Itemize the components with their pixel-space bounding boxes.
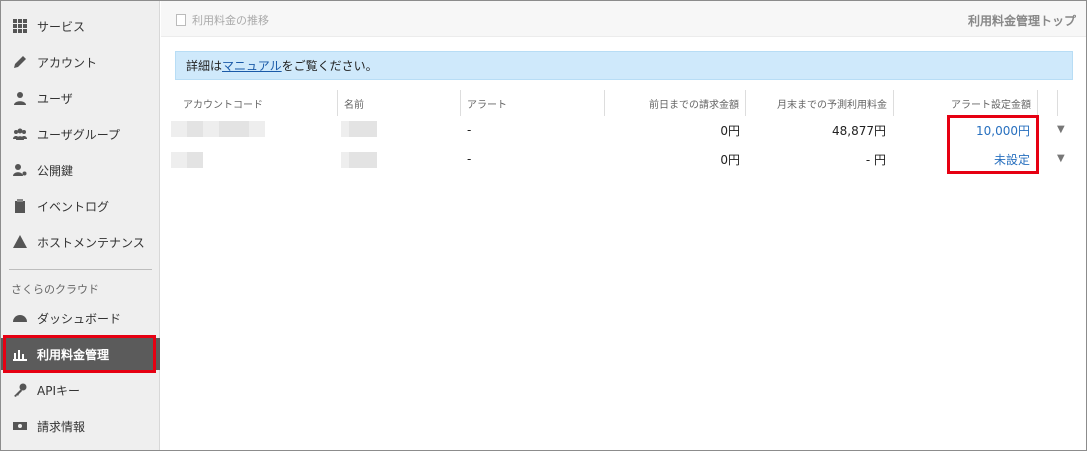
redacted-name: [341, 152, 349, 168]
notice-prefix: 詳細は: [186, 59, 223, 73]
main-content: 利用料金の推移 利用料金管理トップ 詳細は マニュアル をご覧ください。 アカウント…: [161, 1, 1086, 450]
breadcrumb[interactable]: 利用料金の推移: [176, 12, 269, 28]
redacted-name: [341, 121, 349, 137]
user-key-icon: [13, 163, 27, 177]
sidebar: サービス アカウント ユーザ ユーザグループ 公開鍵 イベントログ ホストメンテ…: [1, 1, 160, 450]
key-icon: [13, 383, 27, 397]
billed-cell: 0円: [720, 152, 740, 167]
user-icon: [13, 91, 27, 105]
redacted-account-code: [187, 121, 203, 137]
alert-amount-link[interactable]: 未設定: [894, 148, 1030, 170]
breadcrumb-label: 利用料金の推移: [192, 14, 269, 27]
column-header-forecast[interactable]: 月末までの予測利用料金: [746, 90, 894, 116]
bill-icon: [13, 419, 27, 433]
column-header-account-code[interactable]: アカウントコード: [175, 90, 338, 116]
alert-cell: -: [467, 152, 472, 166]
manual-link[interactable]: マニュアル: [222, 57, 282, 74]
sidebar-item-label: 利用料金管理: [37, 347, 110, 362]
column-header-alert-amount[interactable]: アラート設定金額: [894, 90, 1038, 116]
caret-down-icon[interactable]: ▼: [1057, 153, 1065, 164]
notice-suffix: をご覧ください。: [281, 59, 378, 73]
sidebar-item-services[interactable]: サービス: [1, 10, 160, 42]
sidebar-item-usage-fee[interactable]: 利用料金管理: [1, 338, 160, 370]
sidebar-item-label: APIキー: [37, 383, 80, 398]
grid-icon: [13, 19, 27, 33]
sidebar-item-host-maintenance[interactable]: ホストメンテナンス: [1, 226, 160, 258]
redacted-account-code: [171, 152, 187, 168]
dashboard-icon: [13, 311, 27, 325]
alert-amount-link[interactable]: 10,000円: [894, 119, 1030, 141]
alert-cell: -: [467, 123, 472, 137]
sidebar-item-account[interactable]: アカウント: [1, 46, 160, 78]
redacted-account-code: [249, 121, 265, 137]
sidebar-item-label: イベントログ: [37, 199, 110, 214]
notice-banner: 詳細は マニュアル をご覧ください。: [175, 51, 1073, 80]
sidebar-item-label: ダッシュボード: [37, 311, 122, 326]
usage-fee-top-link[interactable]: 利用料金管理トップ: [968, 12, 1076, 29]
sidebar-item-public-key[interactable]: 公開鍵: [1, 154, 160, 186]
redacted-name: [349, 152, 377, 168]
users-icon: [13, 127, 27, 141]
sidebar-divider: [9, 269, 152, 270]
sidebar-item-label: 公開鍵: [37, 163, 74, 178]
forecast-cell: 48,877円: [832, 123, 886, 138]
redacted-account-code: [171, 121, 187, 137]
redacted-account-code: [219, 121, 249, 137]
sidebar-item-user-group[interactable]: ユーザグループ: [1, 118, 160, 150]
sidebar-item-event-log[interactable]: イベントログ: [1, 190, 160, 222]
warning-icon: [13, 235, 27, 249]
column-header-name[interactable]: 名前: [338, 90, 461, 116]
sidebar-item-api-key[interactable]: APIキー: [1, 374, 160, 406]
sidebar-item-label: ユーザグループ: [37, 127, 121, 142]
column-header-billed-to-date[interactable]: 前日までの請求金額: [605, 90, 746, 116]
clipboard-icon: [13, 199, 27, 213]
sidebar-item-label: サービス: [37, 19, 86, 34]
column-header-alert[interactable]: アラート: [461, 90, 605, 116]
sidebar-item-label: ホストメンテナンス: [37, 235, 145, 250]
sidebar-item-billing[interactable]: 請求情報: [1, 410, 160, 442]
redacted-account-code: [187, 152, 203, 168]
document-icon: [176, 14, 186, 26]
forecast-cell: - 円: [865, 152, 886, 167]
sidebar-item-label: アカウント: [37, 55, 98, 70]
topbar: 利用料金の推移 利用料金管理トップ: [161, 1, 1086, 37]
sidebar-item-label: 請求情報: [37, 419, 86, 434]
redacted-account-code: [203, 121, 219, 137]
column-header-actions: [1038, 90, 1058, 116]
caret-down-icon[interactable]: ▼: [1057, 124, 1065, 135]
pen-icon: [13, 55, 27, 69]
sidebar-item-dashboard[interactable]: ダッシュボード: [1, 302, 160, 334]
billed-cell: 0円: [720, 123, 740, 138]
redacted-name: [349, 121, 377, 137]
sidebar-group-label: さくらのクラウド: [11, 283, 99, 296]
sidebar-item-user[interactable]: ユーザ: [1, 82, 160, 114]
sidebar-item-label: ユーザ: [37, 91, 73, 106]
bar-chart-icon: [13, 347, 27, 361]
